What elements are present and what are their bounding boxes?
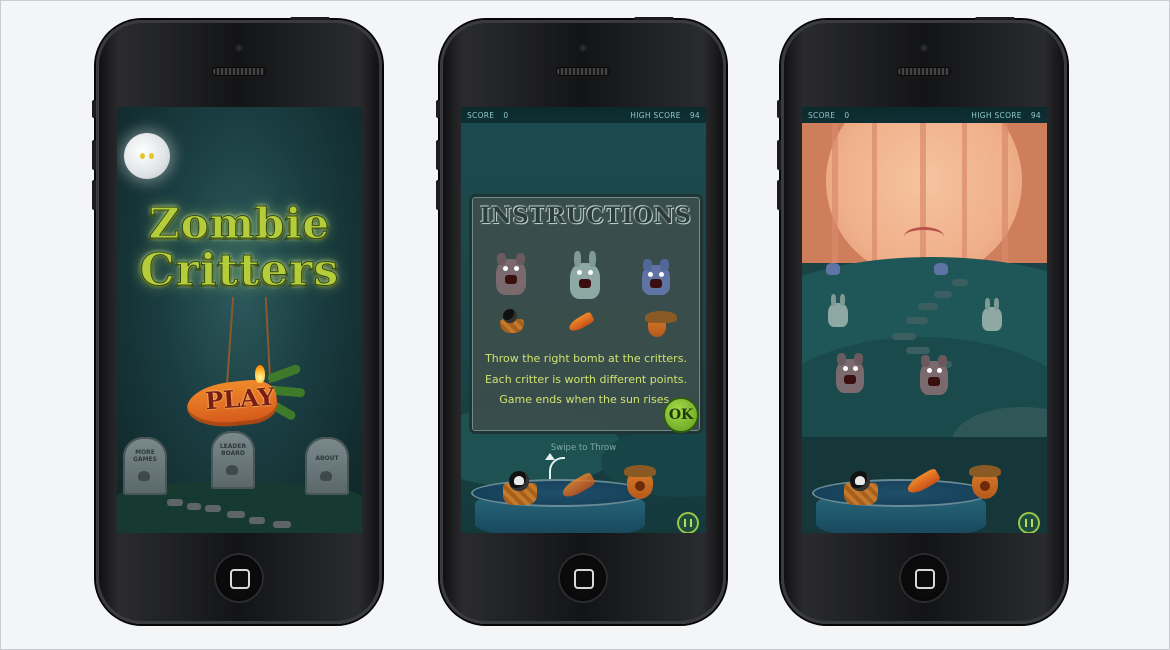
score-value: 0 <box>503 110 509 120</box>
score-label: SCORE <box>808 110 836 120</box>
bear-critter <box>836 353 864 393</box>
score-label: SCORE <box>467 110 495 120</box>
instruction-line-2: Each critter is worth different points. <box>484 373 688 386</box>
skull-bomb-icon <box>503 309 517 323</box>
instructions-title: INSTRUCTIONS <box>480 203 692 229</box>
front-camera <box>235 44 243 52</box>
skull-icon <box>138 471 150 481</box>
speaker-grille <box>556 67 610 76</box>
phone-2: SCORE 0 HIGH SCORE 94 INSTRUCTIONS Throw… <box>436 17 726 624</box>
cat-critter <box>934 263 948 275</box>
pause-button[interactable] <box>1018 512 1040 533</box>
bear-critter <box>920 355 948 395</box>
leaderboard-button[interactable]: LEADER BOARD <box>211 431 255 489</box>
more-games-label: MORE GAMES <box>133 449 157 463</box>
skull-bomb-icon <box>509 471 529 491</box>
acorn-bomb-icon <box>645 311 677 337</box>
skull-bomb-icon <box>850 471 870 491</box>
high-score-label: HIGH SCORE <box>971 110 1022 120</box>
sunrise-sky <box>802 123 1047 263</box>
bear-critter-icon <box>496 253 526 295</box>
more-games-button[interactable]: MORE GAMES <box>123 437 167 495</box>
acorn-bomb-slot[interactable] <box>624 465 656 499</box>
instructions-panel: INSTRUCTIONS Throw the right bomb at the… <box>469 194 703 434</box>
high-score-label: HIGH SCORE <box>630 110 681 120</box>
score-value: 0 <box>844 110 850 120</box>
home-button[interactable] <box>558 553 608 603</box>
home-button[interactable] <box>899 553 949 603</box>
speaker-grille <box>212 67 266 76</box>
front-camera <box>579 44 587 52</box>
carrot-bomb-icon <box>566 311 596 334</box>
about-button[interactable]: ABOUT <box>305 437 349 495</box>
score-hud: SCORE 0 HIGH SCORE 94 <box>461 107 706 123</box>
bunny-critter <box>982 298 1002 331</box>
title-screen: Zombie Critters PLAY MORE GAMES LEADER B… <box>117 107 362 533</box>
instructions-screen: SCORE 0 HIGH SCORE 94 INSTRUCTIONS Throw… <box>461 107 706 533</box>
high-score-value: 94 <box>1030 110 1041 120</box>
game-title-line2: Critters <box>139 245 340 297</box>
swipe-hint: Swipe to Throw <box>550 443 617 453</box>
cat-critter-icon <box>642 259 670 295</box>
gameplay-screen: SCORE 0 HIGH SCORE 94 <box>802 107 1047 533</box>
acorn-bomb-slot[interactable] <box>969 465 1001 499</box>
score-hud: SCORE 0 HIGH SCORE 94 <box>802 107 1047 123</box>
phone-1: Zombie Critters PLAY MORE GAMES LEADER B… <box>92 17 382 624</box>
bunny-critter-icon <box>570 251 600 299</box>
game-title-line1: Zombie <box>148 199 331 249</box>
instruction-line-1: Throw the right bomb at the critters. <box>485 352 687 365</box>
flame-icon <box>255 365 265 383</box>
pause-button[interactable] <box>677 512 699 533</box>
bunny-critter <box>828 294 848 327</box>
skull-icon <box>226 465 238 475</box>
skull-icon <box>320 471 332 481</box>
speaker-grille <box>897 67 951 76</box>
phone-3: SCORE 0 HIGH SCORE 94 <box>777 17 1067 624</box>
home-button[interactable] <box>214 553 264 603</box>
front-camera <box>920 44 928 52</box>
cat-critter <box>826 263 840 275</box>
moon-icon <box>124 133 170 179</box>
ok-button[interactable]: OK <box>663 397 699 433</box>
leaderboard-label: LEADER BOARD <box>219 443 247 457</box>
high-score-value: 94 <box>689 110 700 120</box>
about-label: ABOUT <box>315 455 339 462</box>
